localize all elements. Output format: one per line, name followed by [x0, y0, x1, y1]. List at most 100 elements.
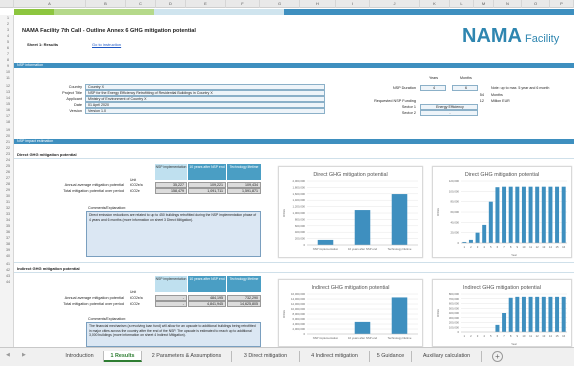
row-number[interactable]: 36: [2, 230, 14, 234]
row-number[interactable]: 24: [2, 158, 14, 162]
direct-comment-box[interactable]: Direct emission reductions are related t…: [86, 211, 261, 257]
row-number[interactable]: 12: [2, 84, 14, 88]
row-number[interactable]: 10: [2, 70, 14, 74]
x-tick-label: Technology lifetime: [388, 247, 412, 251]
row-number[interactable]: 28: [2, 182, 14, 186]
row-number[interactable]: 16: [2, 108, 14, 112]
column-header[interactable]: I: [336, 0, 370, 8]
row-number[interactable]: 22: [2, 146, 14, 150]
column-header[interactable]: L: [450, 0, 474, 8]
y-tick-label: 400,000: [449, 311, 460, 315]
row-number[interactable]: 18: [2, 120, 14, 124]
row-number[interactable]: 33: [2, 212, 14, 216]
row-number[interactable]: 34: [2, 218, 14, 222]
row-number[interactable]: 44: [2, 280, 14, 284]
row-number[interactable]: 4: [2, 34, 14, 38]
row-number[interactable]: 25: [2, 164, 14, 168]
row-number[interactable]: 37: [2, 236, 14, 240]
row-unit: tCO2e: [130, 189, 140, 193]
row-number[interactable]: 21: [2, 140, 14, 144]
row-number[interactable]: 23: [2, 152, 14, 156]
page-title: NAMA Facility 7th Call - Outline Annex 6…: [22, 28, 196, 34]
column-header[interactable]: M: [474, 0, 494, 8]
column-header[interactable]: G: [260, 0, 300, 8]
column-header[interactable]: K: [420, 0, 450, 8]
tab-direct-mitigation[interactable]: 3 Direct mitigation: [232, 351, 300, 362]
tab-auxiliary[interactable]: Auxiliary calculation: [412, 351, 482, 362]
row-number[interactable]: 19: [2, 128, 14, 132]
row-number[interactable]: 35: [2, 224, 14, 228]
row-number[interactable]: 20: [2, 134, 14, 138]
logo-sub: Facility: [525, 33, 560, 45]
row-number[interactable]: 2: [2, 22, 14, 26]
column-header[interactable]: J: [370, 0, 420, 8]
row-number[interactable]: 7: [2, 52, 14, 56]
x-tick-label: 3: [477, 334, 479, 338]
chart-direct-annual[interactable]: Direct GHG mitigation potential 0 20,000 4…: [432, 166, 572, 258]
version-field[interactable]: Version 1.0: [85, 108, 325, 114]
row-number[interactable]: 41: [2, 262, 14, 266]
row-number[interactable]: 40: [2, 254, 14, 258]
chart-indirect-annual[interactable]: Indirect GHG mitigation potential 0 100,0…: [432, 279, 572, 347]
row-number[interactable]: 8: [2, 58, 14, 62]
row-number[interactable]: 9: [2, 64, 14, 68]
row-number[interactable]: 5: [2, 40, 14, 44]
row-number[interactable]: 42: [2, 268, 14, 272]
column-header[interactable]: H: [300, 0, 336, 8]
row-number[interactable]: 6: [2, 46, 14, 50]
tab-results[interactable]: 1 Results: [104, 351, 142, 362]
row-number[interactable]: 43: [2, 274, 14, 278]
tab-scroll-left-icon[interactable]: ◀: [6, 352, 10, 358]
column-header[interactable]: D: [156, 0, 186, 8]
row-number[interactable]: 17: [2, 114, 14, 118]
y-tick-label: 1,200,000: [293, 205, 306, 209]
x-tick-label: 4: [483, 245, 485, 249]
y-tick-label: 0: [457, 241, 459, 245]
column-header[interactable]: N: [494, 0, 522, 8]
tab-guidance[interactable]: 5 Guidance: [370, 351, 412, 362]
sector2-field[interactable]: -: [420, 110, 478, 116]
row-number[interactable]: 15: [2, 102, 14, 106]
column-header[interactable]: C: [126, 0, 156, 8]
duration-years-field[interactable]: 4: [420, 85, 446, 91]
tab-parameters[interactable]: 2 Parameters & Assumptions: [142, 351, 232, 362]
tab-scroll-right-icon[interactable]: ▶: [22, 352, 26, 358]
row-number[interactable]: 32: [2, 206, 14, 210]
column-header[interactable]: O: [522, 0, 550, 8]
chart-direct-summary[interactable]: Direct GHG mitigation potential 0 200,000…: [278, 166, 423, 258]
row-number[interactable]: 38: [2, 242, 14, 246]
row-number[interactable]: 13: [2, 90, 14, 94]
tab-introduction[interactable]: Introduction: [56, 351, 104, 362]
row-number[interactable]: 26: [2, 170, 14, 174]
chart-indirect-summary[interactable]: Indirect GHG mitigation potential 0 2,000…: [278, 279, 423, 347]
indirect-comment-box[interactable]: The financial mechanism (a revolving loa…: [86, 322, 261, 347]
row-number[interactable]: 11: [2, 76, 14, 80]
bar: [541, 186, 546, 243]
row-number[interactable]: 30: [2, 194, 14, 198]
row-number[interactable]: 1: [2, 16, 14, 20]
instruction-link[interactable]: Go to instruction: [92, 42, 121, 47]
row-number[interactable]: 29: [2, 188, 14, 192]
duration-months-field[interactable]: 6: [452, 85, 478, 91]
row-number[interactable]: 39: [2, 248, 14, 252]
select-all-corner[interactable]: [0, 0, 14, 8]
bar: [354, 321, 371, 334]
column-header[interactable]: A: [14, 0, 86, 8]
row-number[interactable]: 14: [2, 96, 14, 100]
bar: [391, 297, 408, 334]
row-number[interactable]: 31: [2, 200, 14, 204]
column-header[interactable]: F: [226, 0, 260, 8]
column-header[interactable]: B: [86, 0, 126, 8]
bar: [561, 186, 566, 243]
row-number[interactable]: 3: [2, 28, 14, 32]
y-tick-label: 40,000: [450, 220, 459, 224]
value-cell: -: [155, 301, 187, 307]
tab-indirect-mitigation[interactable]: 4 Indirect mitigation: [300, 351, 370, 362]
y-tick-label: 1,600,000: [293, 192, 306, 196]
column-header[interactable]: P: [550, 0, 574, 8]
divider: [14, 262, 574, 263]
add-sheet-icon[interactable]: +: [492, 351, 503, 362]
comments-label: Comments/Explanation:: [88, 317, 127, 321]
column-header[interactable]: E: [186, 0, 226, 8]
row-number[interactable]: 27: [2, 176, 14, 180]
